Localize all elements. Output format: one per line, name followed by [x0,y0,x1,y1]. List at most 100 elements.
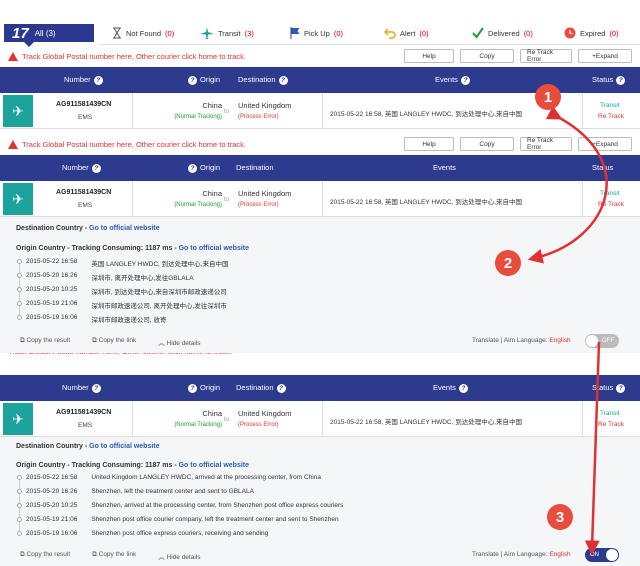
help-icon[interactable]: ? [458,384,468,393]
tab-pick-up-label: Pick Up [304,28,330,38]
timeline-dot [17,301,22,306]
official-website-link[interactable]: Go to official website [179,245,249,252]
retrack-link[interactable]: Re Track [598,113,624,120]
translate-toggle[interactable]: OFF [585,334,619,348]
help-icon[interactable]: ? [188,76,197,85]
origin-country: China [202,409,222,418]
tracking-number[interactable]: AG911581439CN [56,189,111,196]
tab-expired-count: (0) [609,28,619,38]
timeline-dot [17,259,22,264]
language-selector[interactable]: English [549,337,570,344]
help-button[interactable]: Help [404,49,454,63]
header-destination: Destination? [238,75,288,85]
step-badge-2: 2 [495,250,521,276]
event-line: 2015-05-22 16:58 英国 LANGLEY HWDC, 到达处理中心,… [26,258,229,268]
timeline-dot [17,287,22,292]
help-icon[interactable]: ? [93,76,103,85]
help-icon[interactable]: ? [91,384,101,393]
tab-not-found-count: (0) [165,28,175,38]
timeline-dot [17,503,22,508]
language-selector[interactable]: English [549,551,570,558]
header-origin: ? Origin [188,163,220,173]
panel-expanded-translated: Track Global Postal number here, Other c… [0,353,640,566]
retrack-link[interactable]: Re Track [598,201,624,208]
detail-section: Destination Country - Go to official web… [0,437,640,566]
destination-country-label: Destination Country - Go to official web… [16,225,160,232]
translate-label: Translate | Aim Language: English [472,337,571,344]
official-website-link[interactable]: Go to official website [89,225,159,232]
detail-footer: ⧉ Copy the result ⧉ Copy the link ︽ Hide… [20,337,200,347]
table-header: Number? ? Origin Destination Events Statu… [0,155,640,181]
help-button[interactable]: Help [404,137,454,151]
warning-row: Track Global Postal number here, Other c… [0,353,640,375]
copy-link-link[interactable]: ⧉ Copy the link [92,551,136,561]
carrier-name: EMS [78,422,93,429]
hide-details-link[interactable]: ︽ Hide details [158,551,200,561]
destination-status: (Process Error) [238,114,279,120]
action-bar: Help Copy Re Track Error + Expand [404,49,632,63]
tab-pick-up[interactable]: Pick Up (0) [290,26,343,40]
help-icon[interactable]: ? [278,76,288,85]
official-website-link[interactable]: Go to official website [89,443,159,450]
copy-button[interactable]: Copy [460,49,514,63]
copy-result-link[interactable]: ⧉ Copy the result [20,551,70,561]
warning-text[interactable]: Track Global Postal number here, Other c… [8,353,232,356]
event-line: 2015-05-19 21:06 深圳市邮政速递公司, 离开处理中心,发往深圳市 [26,300,227,310]
status-label: Transit [600,190,620,197]
official-website-link[interactable]: Go to official website [179,462,249,469]
help-icon[interactable]: ? [188,384,197,393]
help-icon[interactable]: ? [91,164,101,173]
retrack-error-button[interactable]: Re Track Error [520,137,572,151]
retrack-error-button[interactable]: Re Track Error [520,49,572,63]
tab-all[interactable]: 17 All (3) [4,24,94,47]
tab-alert[interactable]: Alert (0) [384,26,429,40]
origin-country-label: Origin Country - Tracking Consuming: 118… [16,245,250,252]
header-origin: ? Origin [188,383,220,393]
event-line: 2015-05-20 16:26 Shenzhen, left the treat… [26,488,254,495]
tab-transit-count: (3) [244,28,254,38]
copy-link-link[interactable]: ⧉ Copy the link [92,337,136,347]
clock-icon [564,27,576,39]
hide-details-link[interactable]: ︽ Hide details [158,337,200,347]
tab-expired[interactable]: Expired (0) [564,26,619,40]
help-icon[interactable]: ? [616,76,626,85]
header-origin: ? Origin [188,75,220,85]
warning-text[interactable]: Track Global Postal number here, Other c… [22,140,246,149]
expand-button[interactable]: + Expand [578,137,632,151]
header-events: Events [433,163,456,172]
warning-row: Track Global Postal number here, Other c… [0,133,640,155]
tab-all-logo: 17 [12,24,29,42]
timeline-dot [17,489,22,494]
header-number: Number? [62,163,101,173]
tracking-number[interactable]: AG911581439CN [56,101,111,108]
translate-toggle[interactable]: ON [585,548,619,562]
latest-event: 2015-05-22 16:58, 英国 LANGLEY HWDC, 到达处理中… [330,111,523,118]
detail-footer: ⧉ Copy the result ⧉ Copy the link ︽ Hide… [20,551,200,561]
help-icon[interactable]: ? [276,384,286,393]
retrack-link[interactable]: Re Track [598,421,624,428]
expand-button[interactable]: + Expand [578,49,632,63]
tab-delivered[interactable]: Delivered (0) [472,26,533,40]
expand-label: Expand [595,52,618,60]
column-divider [322,401,323,437]
help-icon[interactable]: ? [460,76,470,85]
copy-button[interactable]: Copy [460,137,514,151]
shipment-row[interactable]: ✈ AG911581439CN EMS China (Normal Tracki… [0,181,640,217]
expand-label: Expand [595,140,618,148]
tab-not-found[interactable]: Not Found (0) [112,26,174,40]
event-line: 2015-05-20 10:25 Shenzhen, arrived at the… [26,502,344,509]
help-icon[interactable]: ? [616,384,626,393]
header-events: Events? [433,383,468,393]
shipment-row[interactable]: ✈ AG911581439CN EMS China (Normal Tracki… [0,401,640,437]
event-line: 2015-05-22 16:58 United Kingdom LANGLEY H… [26,474,321,481]
copy-result-link[interactable]: ⧉ Copy the result [20,337,70,347]
tab-delivered-label: Delivered [488,28,520,38]
timeline-dot [17,475,22,480]
help-icon[interactable]: ? [188,164,197,173]
detail-section: Destination Country - Go to official web… [0,217,640,353]
tracking-number[interactable]: AG911581439CN [56,409,111,416]
tab-transit[interactable]: Transit (3) [200,26,254,40]
warning-text[interactable]: Track Global Postal number here, Other c… [22,52,246,61]
tab-alert-label: Alert [400,28,416,38]
tab-pick-up-count: (0) [333,28,344,38]
